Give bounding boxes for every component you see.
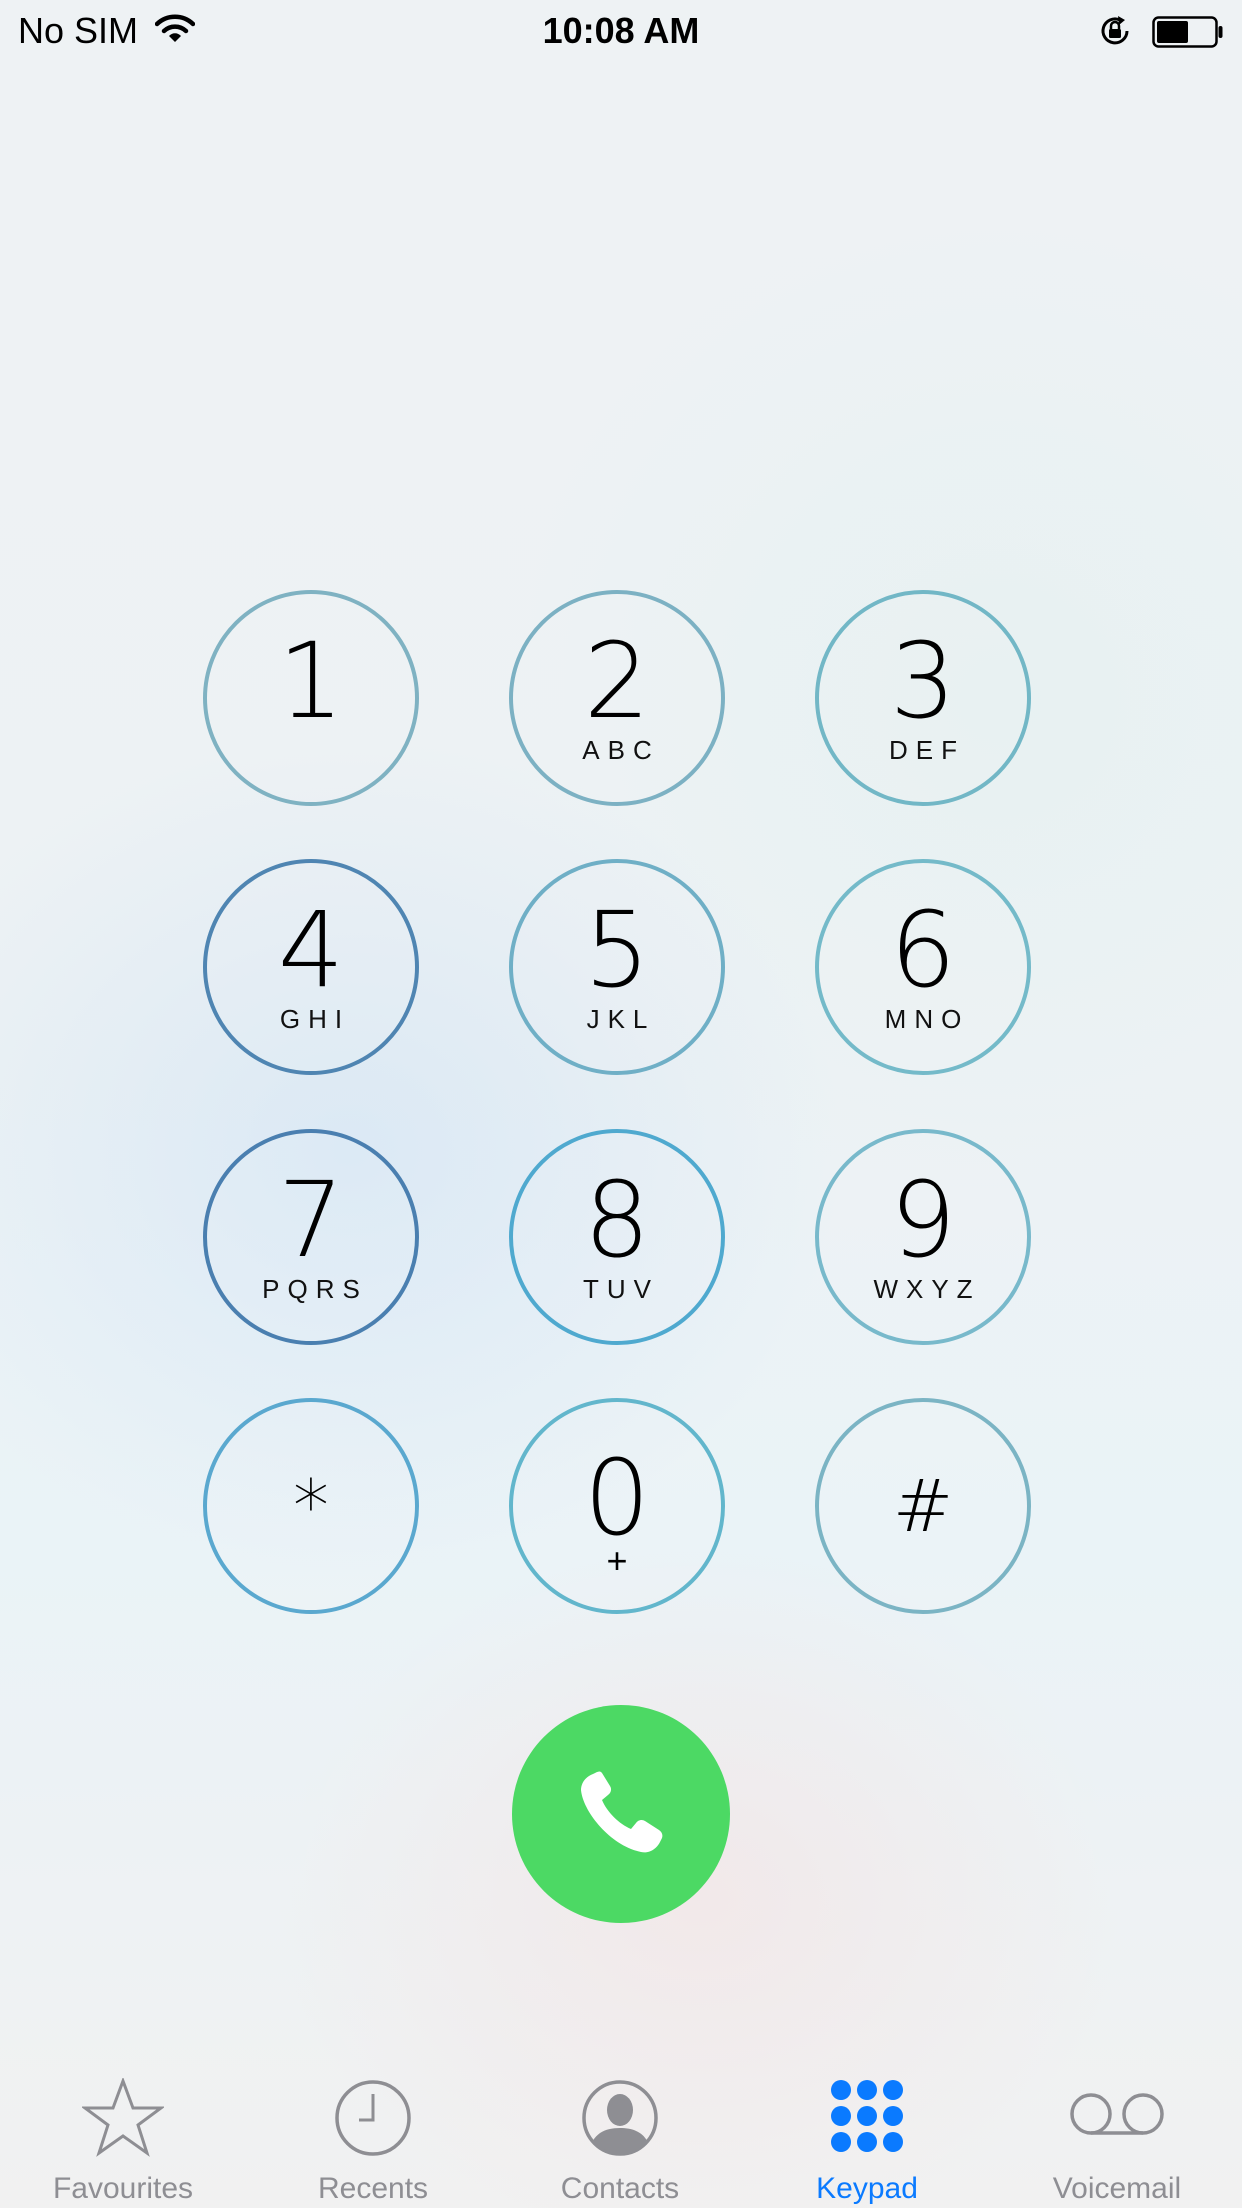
phone-icon [571,1762,671,1867]
key-digit: 7 [277,1159,345,1281]
key-3[interactable]: 3 DEF [815,590,1031,806]
voicemail-icon [1069,2092,1165,2141]
star-icon [80,2076,166,2163]
key-4[interactable]: 4 GHI [203,859,419,1075]
key-7[interactable]: 7 PQRS [203,1129,419,1345]
key-letters [307,735,315,763]
keypad-icon [829,2078,905,2159]
key-digit: 3 [889,620,957,742]
status-time: 10:08 AM [542,10,700,51]
key-digit: 9 [889,1159,957,1281]
key-1[interactable]: 1 [203,590,419,806]
key-letters: DEF [889,735,965,765]
key-letters: ABC [582,735,660,765]
key-letters: + [606,1540,628,1581]
key-5[interactable]: 5 JKL [509,859,725,1075]
tab-voicemail[interactable]: Voicemail [997,2060,1237,2208]
contact-icon [580,2078,660,2163]
key-digit: # [892,1464,954,1548]
tab-contacts[interactable]: Contacts [500,2060,740,2208]
tab-recents[interactable]: Recents [253,2060,493,2208]
status-bar: No SIM 10:08 AM [0,0,1242,62]
tab-label: Recents [317,2172,429,2205]
key-6[interactable]: 6 MNO [815,859,1031,1075]
key-digit: * [293,1464,329,1548]
key-digit: 5 [583,889,651,1011]
key-digit: 1 [277,620,345,742]
key-0[interactable]: 0 + [509,1398,725,1614]
key-letters: TUV [583,1274,659,1304]
key-8[interactable]: 8 TUV [509,1129,725,1345]
key-letters: JKL [586,1004,656,1034]
key-2[interactable]: 2 ABC [509,590,725,806]
key-hash[interactable]: # [815,1398,1031,1614]
key-digit: 6 [889,889,957,1011]
orientation-lock-icon [1098,14,1132,53]
clock-icon [333,2078,413,2163]
tab-favourites[interactable]: Favourites [3,2060,243,2208]
key-letters: WXYZ [873,1274,981,1304]
tab-label: Favourites [52,2172,194,2205]
tab-label: Contacts [560,2172,680,2205]
battery-icon [1152,16,1224,53]
key-digit: 2 [583,620,651,742]
key-letters: GHI [279,1004,351,1034]
tab-label: Voicemail [1052,2172,1182,2205]
key-9[interactable]: 9 WXYZ [815,1129,1031,1345]
key-digit: 8 [583,1159,651,1281]
key-letters: PQRS [262,1274,368,1304]
call-button[interactable] [512,1705,730,1923]
tab-bar: Favourites Recents Contacts Keypad Voice… [0,2060,1242,2208]
tab-keypad[interactable]: Keypad [747,2060,987,2208]
tab-label: Keypad [816,2172,918,2205]
key-digit: 0 [583,1437,651,1559]
key-star[interactable]: * [203,1398,419,1614]
key-digit: 4 [277,889,345,1011]
key-letters: MNO [884,1004,970,1034]
